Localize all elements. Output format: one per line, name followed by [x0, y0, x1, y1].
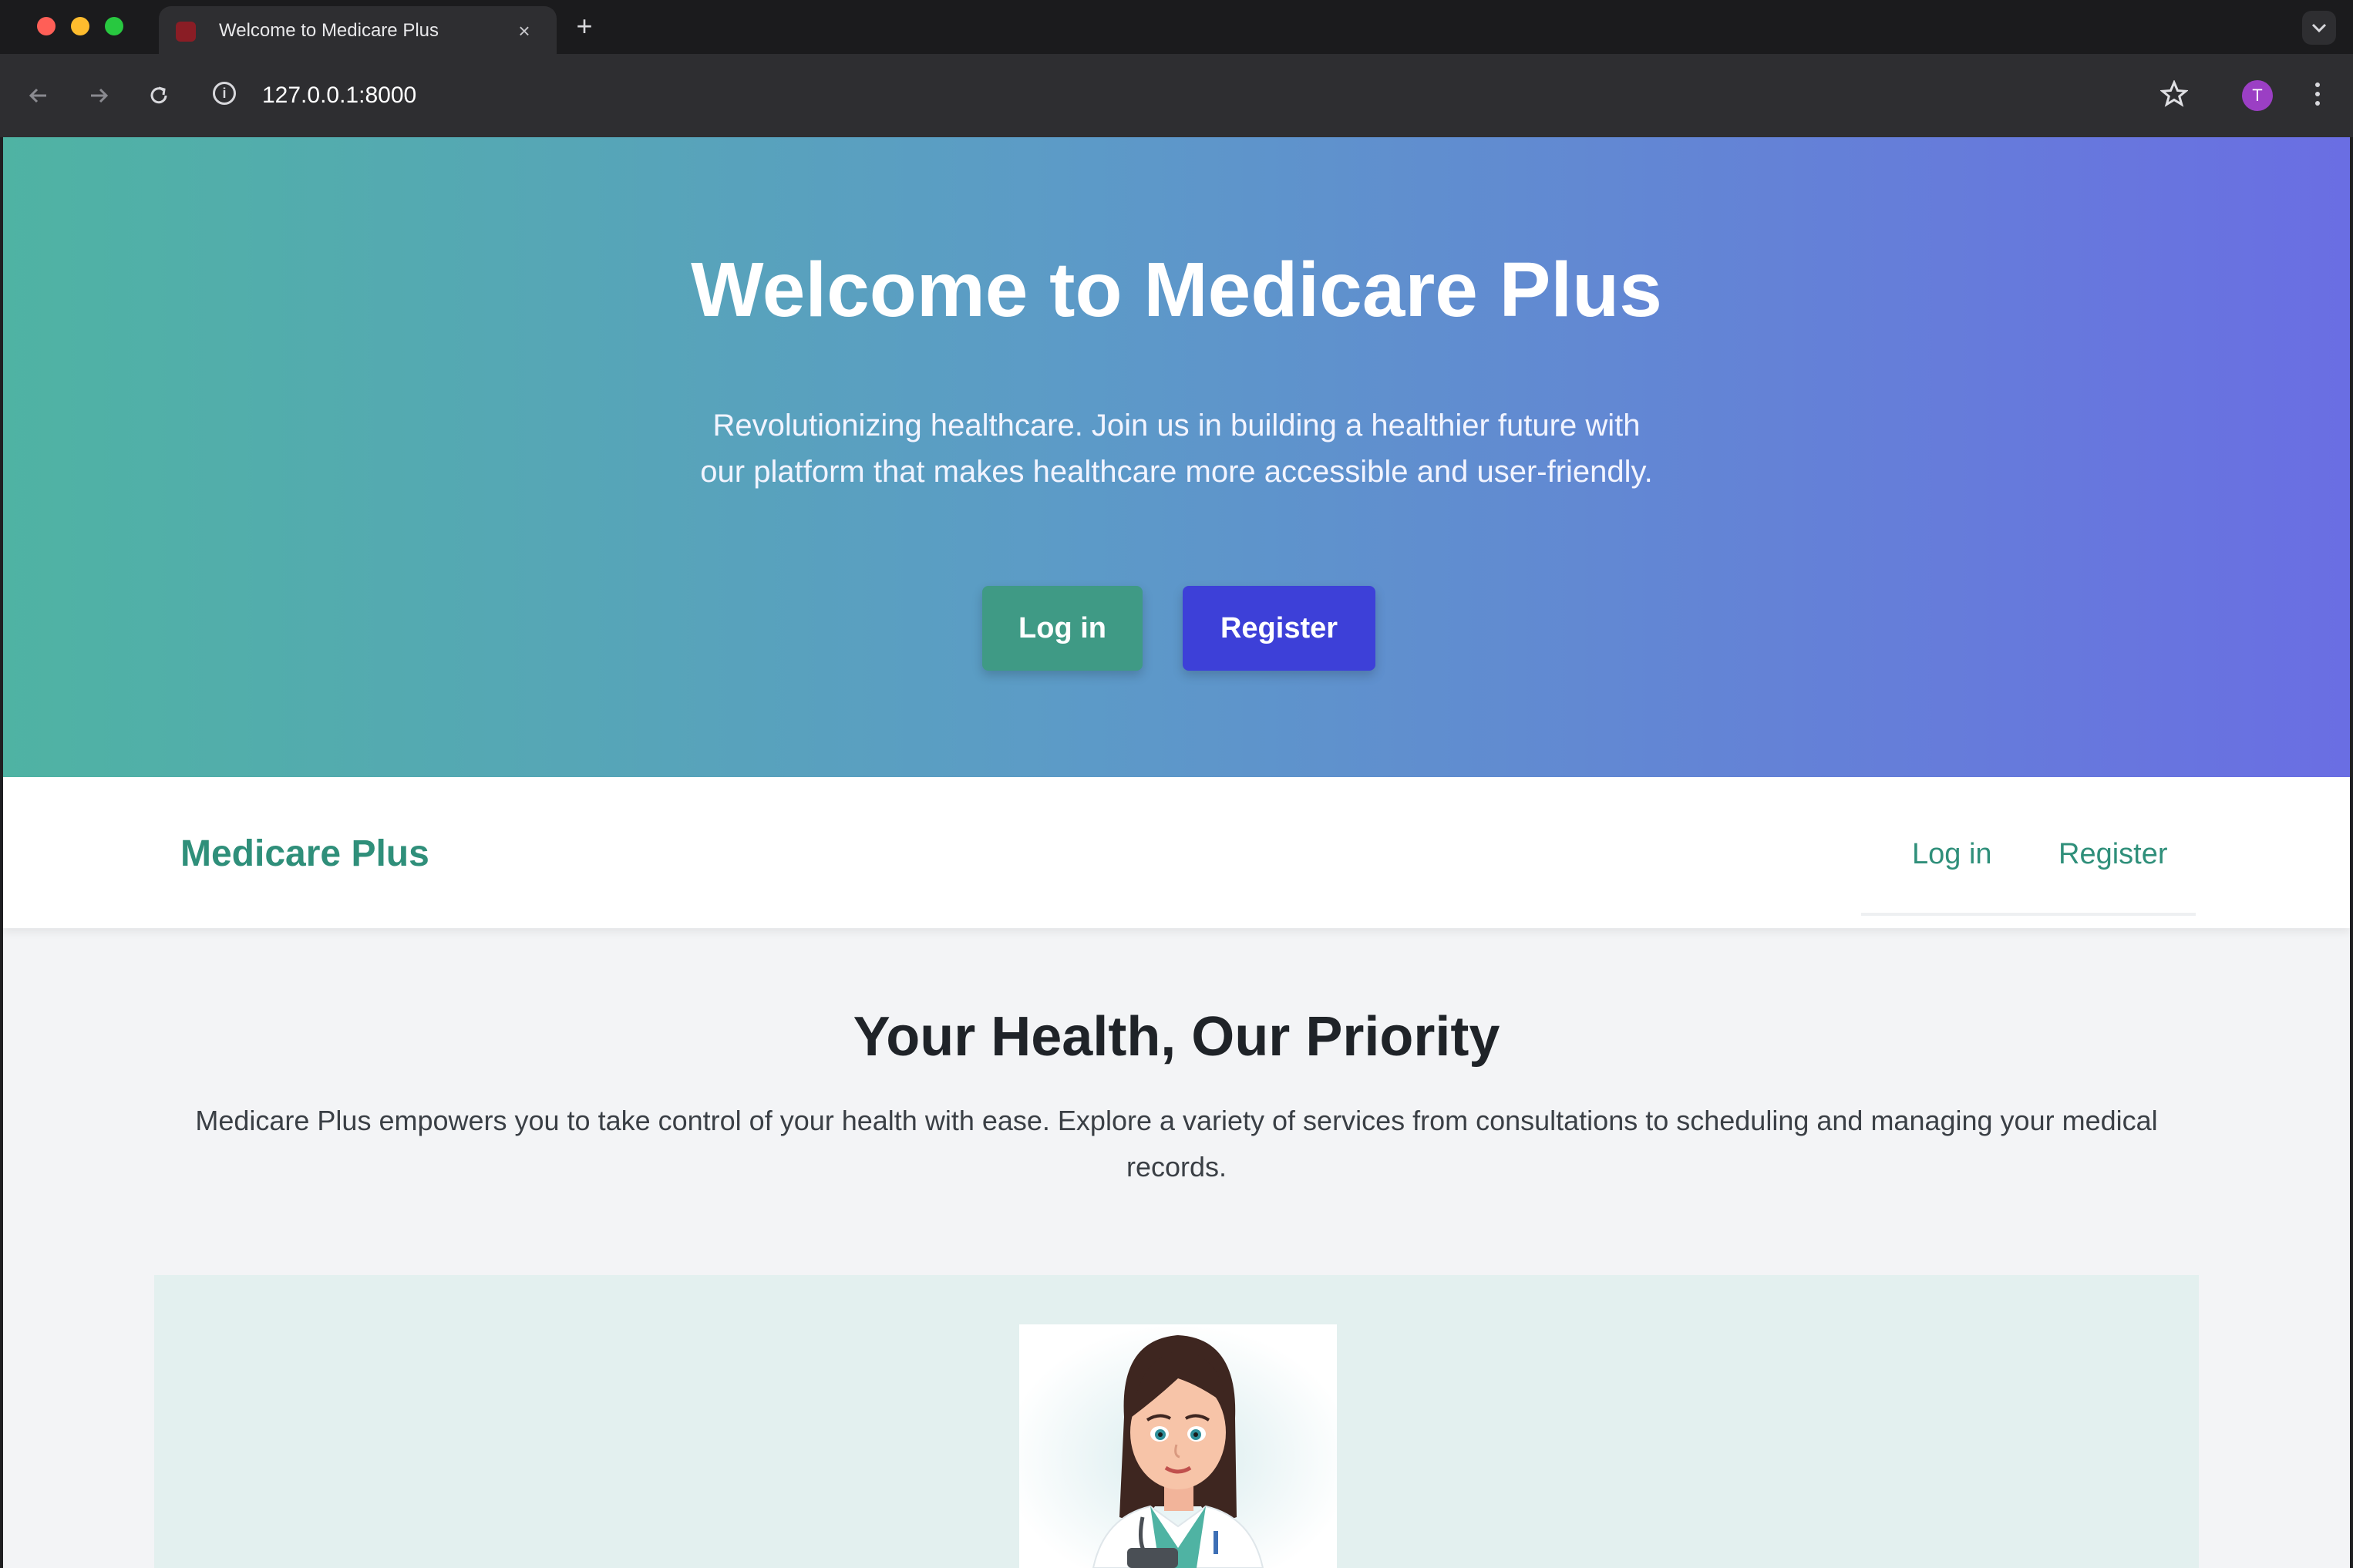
tab-close-icon[interactable]: ×: [510, 17, 538, 45]
page-viewport: Welcome to Medicare Plus Revolutionizing…: [3, 137, 2350, 1568]
brand-logo[interactable]: Medicare Plus: [180, 831, 429, 877]
kebab-menu-icon[interactable]: [2299, 76, 2336, 113]
tab-favicon-icon: [176, 22, 196, 42]
forward-arrow-icon[interactable]: [80, 77, 117, 114]
doctor-illustration: [1019, 1324, 1337, 1568]
browser-toolbar: i 127.0.0.1:8000: [0, 54, 2353, 137]
hero-subtitle: Revolutionizing healthcare. Join us in b…: [700, 409, 1653, 489]
site-navbar: Medicare Plus Log in Register: [3, 777, 2350, 928]
star-icon[interactable]: [2156, 76, 2193, 113]
close-window-button[interactable]: [37, 17, 56, 35]
url-text[interactable]: 127.0.0.1:8000: [262, 80, 416, 111]
address-bar[interactable]: i 127.0.0.1:8000: [202, 71, 2207, 120]
section-title: Your Health, Our Priority: [853, 1006, 1500, 1068]
back-arrow-icon[interactable]: [20, 77, 57, 114]
maximize-window-button[interactable]: [105, 17, 123, 35]
info-icon[interactable]: i: [213, 82, 236, 105]
nav-divider: [1861, 913, 2196, 916]
new-tab-button[interactable]: +: [569, 11, 600, 42]
doctor-illustration-svg: [1019, 1324, 1337, 1568]
browser-tab-active[interactable]: Welcome to Medicare Plus ×: [159, 6, 557, 54]
hero-section: Welcome to Medicare Plus Revolutionizing…: [3, 137, 2350, 777]
reload-icon[interactable]: [140, 77, 177, 114]
chevron-down-icon[interactable]: [2302, 11, 2336, 45]
hero-register-button[interactable]: Register: [1183, 586, 1375, 671]
section-text: Medicare Plus empowers you to take contr…: [195, 1105, 2158, 1183]
nav-login-link[interactable]: Log in: [1912, 834, 1992, 874]
hero-title: Welcome to Medicare Plus: [691, 247, 1662, 333]
nav-register-link[interactable]: Register: [2058, 834, 2168, 874]
minimize-window-button[interactable]: [71, 17, 89, 35]
browser-tab-strip: Welcome to Medicare Plus × +: [0, 0, 2353, 54]
tab-title: Welcome to Medicare Plus: [219, 20, 439, 41]
hero-login-button[interactable]: Log in: [982, 586, 1143, 671]
profile-avatar[interactable]: T: [2242, 80, 2273, 111]
